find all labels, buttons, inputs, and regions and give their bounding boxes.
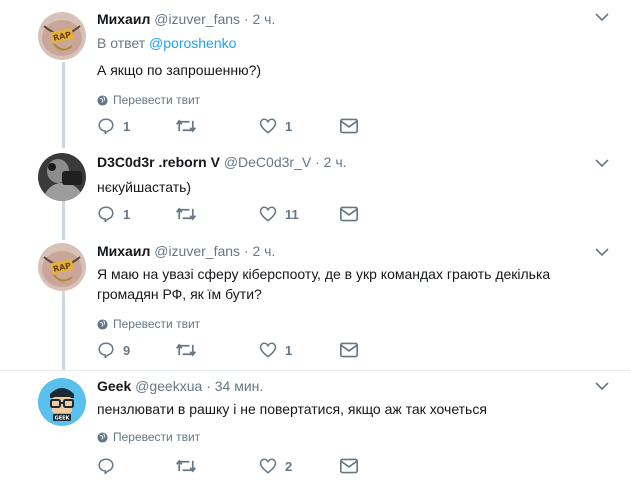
heart-icon xyxy=(259,342,277,358)
reply-count: 1 xyxy=(123,206,131,222)
globe-icon xyxy=(97,94,108,106)
reply-prefix: В ответ xyxy=(97,35,146,51)
reply-count: 9 xyxy=(123,342,131,358)
tweet-header: Михаил @izuver_fans · 2 ч. xyxy=(97,10,611,28)
retweet-button[interactable] xyxy=(175,203,205,225)
reply-mention-link[interactable]: @poroshenko xyxy=(149,35,236,51)
display-name[interactable]: Михаил xyxy=(97,243,150,259)
display-name[interactable]: Михаил xyxy=(97,11,150,27)
timestamp[interactable]: 2 ч. xyxy=(253,11,276,27)
timestamp[interactable]: 2 ч. xyxy=(324,154,347,170)
reply-icon xyxy=(98,458,114,475)
rap-chain-avatar-icon: RAP xyxy=(38,12,86,60)
tweet-text: А якщо по запрошенню?) xyxy=(97,62,262,78)
direct-message-button[interactable] xyxy=(340,203,358,225)
translate-label: Перевести твит xyxy=(113,317,201,331)
tweet-3[interactable]: RAP Михаил @izuver_fans · 2 ч. Я маю на … xyxy=(0,235,631,370)
translate-link[interactable]: Перевести твит xyxy=(97,429,611,445)
avatar[interactable]: RAP xyxy=(38,243,86,291)
tweet-header: Михаил @izuver_fans · 2 ч. xyxy=(97,242,611,260)
chevron-down-icon[interactable] xyxy=(595,158,609,168)
timestamp[interactable]: 2 ч. xyxy=(253,243,276,259)
separator-dot: · xyxy=(243,243,249,259)
avatar[interactable]: GEEK xyxy=(38,378,86,426)
tweet-text: Я маю на увазі сферу кіберспооту, де в у… xyxy=(97,266,551,302)
retweet-icon xyxy=(176,119,196,133)
avatar[interactable]: RAP xyxy=(38,12,86,60)
reply-button[interactable]: 9 xyxy=(97,339,130,361)
retweet-button[interactable] xyxy=(175,115,205,137)
direct-message-button[interactable] xyxy=(340,115,358,137)
envelope-icon xyxy=(340,118,358,134)
reply-icon xyxy=(98,206,114,223)
separator-dot: · xyxy=(315,154,320,170)
translate-label: Перевести твит xyxy=(113,93,201,107)
retweet-icon xyxy=(176,343,196,357)
like-count: 11 xyxy=(285,206,299,222)
retweet-button[interactable] xyxy=(175,455,205,477)
separator-dot: · xyxy=(243,11,249,27)
like-count: 2 xyxy=(285,458,293,474)
user-handle[interactable]: @DeC0d3r_V xyxy=(224,154,311,170)
chevron-down-icon[interactable] xyxy=(595,381,609,391)
direct-message-button[interactable] xyxy=(340,455,358,477)
reply-icon xyxy=(98,342,114,359)
heart-icon xyxy=(259,206,277,222)
like-count: 1 xyxy=(285,118,293,134)
envelope-icon xyxy=(340,206,358,222)
tweet-text: нєкуйшастать) xyxy=(97,179,192,195)
display-name[interactable]: D3C0d3r .reborn V xyxy=(97,154,220,170)
like-button[interactable]: 11 xyxy=(259,203,299,225)
translate-link[interactable]: Перевести твит xyxy=(97,316,611,332)
like-button[interactable]: 1 xyxy=(259,115,292,137)
reply-button[interactable]: 1 xyxy=(97,115,130,137)
user-handle[interactable]: @izuver_fans xyxy=(154,11,240,27)
reply-context: В ответ @poroshenko xyxy=(97,34,611,52)
display-name[interactable]: Geek xyxy=(97,378,131,394)
user-handle[interactable]: @geekxua xyxy=(135,378,202,394)
reply-button[interactable] xyxy=(97,455,123,477)
envelope-icon xyxy=(340,458,358,474)
reply-button[interactable]: 1 xyxy=(97,203,130,225)
tweet-text: пензлювати в рашку і не повертатися, якщ… xyxy=(97,401,487,417)
tweet-actions: 1 1 xyxy=(97,115,377,137)
tweet-actions: 2 xyxy=(97,455,377,477)
geek-glasses-avatar-icon: GEEK xyxy=(38,378,86,426)
tweet-header: Geek @geekxua · 34 мин. xyxy=(97,377,611,395)
avatar-badge: GEEK xyxy=(55,416,71,422)
tweet-1[interactable]: RAP Михаил @izuver_fans · 2 ч. В ответ @… xyxy=(0,0,631,145)
tweet-actions: 1 11 xyxy=(97,203,377,225)
like-count: 1 xyxy=(285,342,293,358)
translate-link[interactable]: Перевести твит xyxy=(97,92,611,108)
timestamp[interactable]: 34 мин. xyxy=(215,378,264,394)
reply-count: 1 xyxy=(123,118,131,134)
chevron-down-icon[interactable] xyxy=(595,247,609,257)
retweet-icon xyxy=(176,207,196,221)
globe-icon xyxy=(97,431,108,443)
rap-chain-avatar-icon: RAP xyxy=(38,243,86,291)
retweet-icon xyxy=(176,459,196,473)
divider xyxy=(0,370,631,371)
tweet-actions: 9 1 xyxy=(97,339,377,361)
translate-label: Перевести твит xyxy=(113,430,201,444)
heart-icon xyxy=(259,458,277,474)
monochrome-photo-avatar-icon xyxy=(38,153,86,201)
heart-icon xyxy=(259,118,277,134)
envelope-icon xyxy=(340,342,358,358)
like-button[interactable]: 2 xyxy=(259,455,292,477)
tweet-2[interactable]: D3C0d3r .reborn V @DeC0d3r_V · 2 ч. нєку… xyxy=(0,145,631,235)
user-handle[interactable]: @izuver_fans xyxy=(154,243,240,259)
like-button[interactable]: 1 xyxy=(259,339,292,361)
globe-icon xyxy=(97,318,108,330)
chevron-down-icon[interactable] xyxy=(595,12,609,22)
tweet-4[interactable]: GEEK Geek @geekxua · 34 мин. пензлювати … xyxy=(0,370,631,484)
direct-message-button[interactable] xyxy=(340,339,358,361)
retweet-button[interactable] xyxy=(175,339,205,361)
reply-icon xyxy=(98,118,114,135)
avatar[interactable] xyxy=(38,153,86,201)
separator-dot: · xyxy=(206,378,211,394)
tweet-header: D3C0d3r .reborn V @DeC0d3r_V · 2 ч. xyxy=(97,153,611,171)
